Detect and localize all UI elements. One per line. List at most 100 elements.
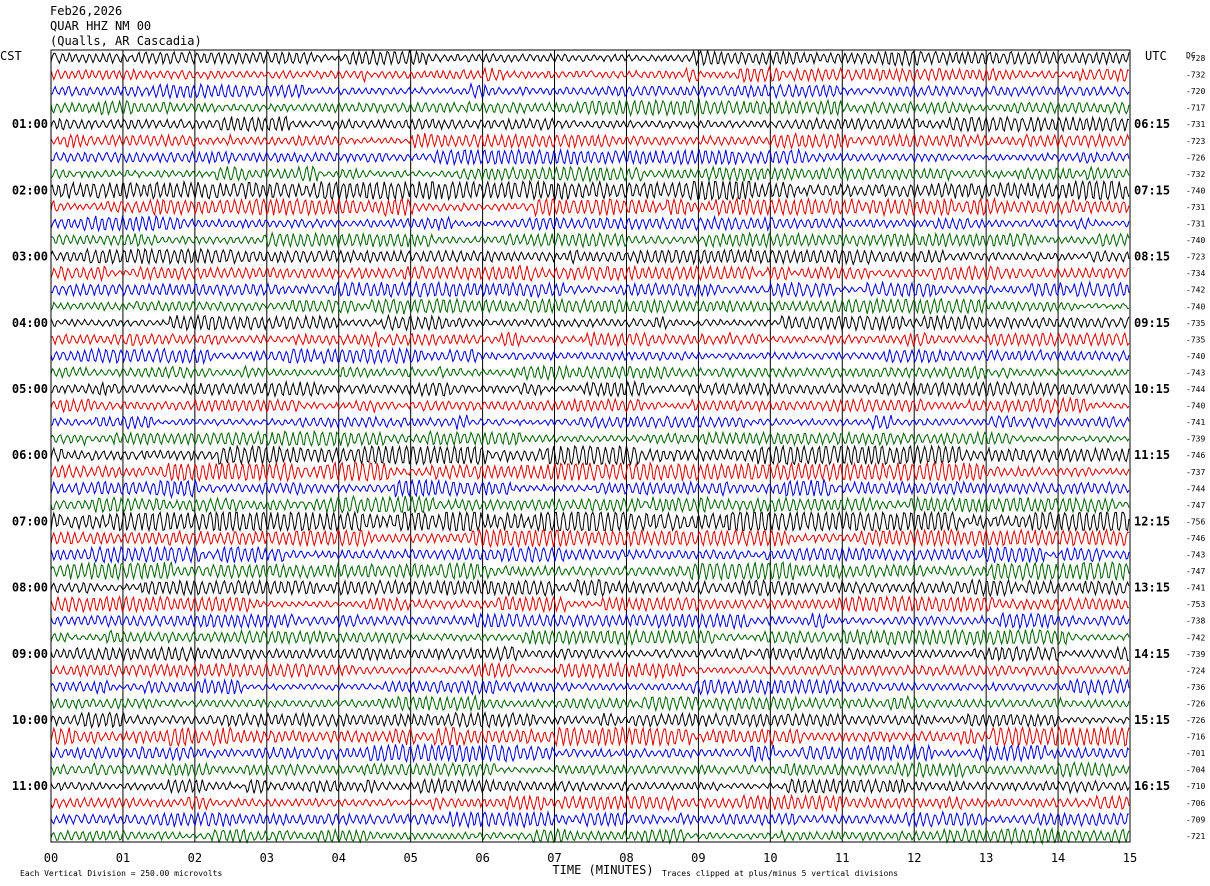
right-time-label: 06:15	[1134, 117, 1170, 131]
trace-28	[50, 494, 1130, 514]
right-time-label: 11:15	[1134, 448, 1170, 462]
trace-23	[50, 414, 1130, 431]
dc-offset-label: -739	[1186, 650, 1205, 659]
trace-22	[50, 396, 1130, 415]
x-tick-label: 10	[763, 851, 777, 865]
trace-21	[50, 379, 1130, 398]
trace-13	[50, 247, 1130, 266]
right-time-label: 07:15	[1134, 183, 1170, 197]
dc-offset-label: -732	[1186, 170, 1205, 179]
trace-17	[50, 313, 1130, 333]
dc-offset-label: -739	[1186, 435, 1205, 444]
dc-offset-label: -721	[1186, 832, 1205, 841]
dc-offset-label: -735	[1186, 335, 1205, 344]
dc-offset-label: -720	[1186, 87, 1205, 96]
dc-offset-label: -740	[1186, 352, 1205, 361]
dc-offset-label: -724	[1186, 666, 1205, 675]
dc-offset-label: -756	[1186, 517, 1205, 526]
right-time-label: 15:15	[1134, 713, 1170, 727]
trace-1	[50, 48, 1130, 68]
dc-offset-label: -746	[1186, 451, 1205, 460]
trace-7	[50, 147, 1130, 167]
dc-offset-label: -742	[1186, 633, 1205, 642]
dc-offset-label: -743	[1186, 368, 1205, 377]
trace-35	[50, 611, 1130, 631]
trace-25	[50, 444, 1130, 467]
trace-16	[50, 296, 1130, 316]
trace-39	[50, 677, 1130, 697]
trace-41	[50, 711, 1130, 730]
dc-offset-label: -726	[1186, 153, 1205, 162]
right-time-label: 13:15	[1134, 581, 1170, 595]
trace-15	[50, 280, 1130, 299]
trace-20	[50, 364, 1130, 382]
trace-42	[50, 725, 1130, 748]
dc-offset-label: -738	[1186, 617, 1205, 626]
trace-40	[50, 693, 1130, 713]
trace-6	[50, 131, 1130, 150]
trace-34	[50, 595, 1130, 614]
dc-offset-label: -731	[1186, 203, 1205, 212]
x-tick-label: 11	[835, 851, 849, 865]
dc-offset-label: -753	[1186, 600, 1205, 609]
trace-32	[50, 560, 1130, 582]
trace-24	[50, 429, 1130, 448]
seismogram-traces	[50, 48, 1130, 846]
trace-33	[50, 577, 1130, 598]
dc-offset-label: -716	[1186, 733, 1205, 742]
dc-offset-label: -740	[1186, 302, 1205, 311]
trace-43	[50, 742, 1130, 763]
scale-note: Each Vertical Division = 250.00 microvol…	[20, 869, 222, 878]
dc-offset-label: -742	[1186, 286, 1205, 295]
dc-offset-label: -740	[1186, 186, 1205, 195]
dc-offset-label: -726	[1186, 716, 1205, 725]
x-tick-label: 09	[691, 851, 705, 865]
dc-offset-label: -747	[1186, 501, 1205, 510]
trace-48	[50, 826, 1130, 846]
dc-offset-label: -734	[1186, 269, 1205, 278]
x-tick-label: 02	[188, 851, 202, 865]
dc-offset-label: -709	[1186, 815, 1205, 824]
trace-11	[50, 214, 1130, 233]
x-tick-label: 00	[44, 851, 58, 865]
dc-offset-label: -736	[1186, 683, 1205, 692]
left-time-label: 10:00	[12, 713, 48, 727]
dc-offset-label: -731	[1186, 120, 1205, 129]
trace-31	[50, 545, 1130, 565]
trace-26	[50, 460, 1130, 483]
x-tick-label: 01	[116, 851, 130, 865]
left-time-label: 11:00	[12, 779, 48, 793]
left-time-label: 06:00	[12, 448, 48, 462]
x-tick-label: 13	[979, 851, 993, 865]
trace-14	[50, 264, 1130, 283]
dc-offset-label: -744	[1186, 385, 1205, 394]
dc-offset-label: -732	[1186, 71, 1205, 80]
x-tick-label: 04	[332, 851, 346, 865]
trace-5	[50, 115, 1130, 134]
trace-19	[50, 346, 1130, 366]
dc-offset-label: -704	[1186, 766, 1205, 775]
trace-36	[50, 627, 1130, 647]
trace-29	[50, 510, 1130, 533]
trace-44	[50, 761, 1130, 779]
x-tick-label: 12	[907, 851, 921, 865]
seismogram-chart: CST UTC DC01:0002:0003:0004:0005:0006:0007…	[0, 48, 1205, 878]
dc-offset-label: -740	[1186, 236, 1205, 245]
right-time-label: 16:15	[1134, 779, 1170, 793]
left-time-label: 05:00	[12, 382, 48, 396]
x-axis-title: TIME (MINUTES)	[552, 863, 653, 877]
dc-offset-label: -728	[1186, 54, 1205, 63]
trace-30	[50, 528, 1130, 549]
trace-8	[50, 165, 1130, 184]
dc-offset-label: -735	[1186, 319, 1205, 328]
left-time-label: 07:00	[12, 514, 48, 528]
right-time-label: 09:15	[1134, 316, 1170, 330]
trace-37	[50, 645, 1130, 663]
x-tick-label: 05	[403, 851, 417, 865]
dc-offset-label: -723	[1186, 253, 1205, 262]
left-time-label: 03:00	[12, 250, 48, 264]
trace-12	[50, 231, 1130, 250]
trace-47	[50, 810, 1130, 829]
x-tick-label: 03	[260, 851, 274, 865]
left-timezone-label: CST	[0, 49, 22, 63]
